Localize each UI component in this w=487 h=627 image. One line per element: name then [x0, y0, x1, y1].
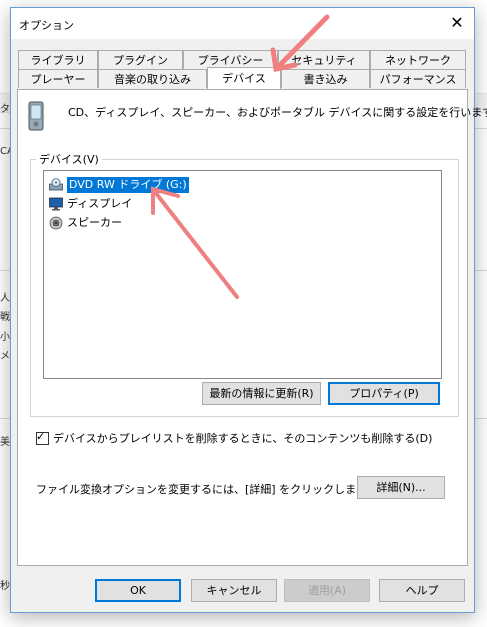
- close-button[interactable]: ✕: [440, 8, 474, 39]
- devices-group-label: デバイス(V): [36, 151, 102, 167]
- speaker-icon: [49, 216, 63, 230]
- advanced-button[interactable]: 詳細(N)...: [357, 476, 445, 499]
- list-item[interactable]: ディスプレイ: [49, 196, 132, 212]
- properties-button[interactable]: プロパティ(P): [328, 382, 440, 405]
- delete-content-checkbox[interactable]: ✓: [36, 429, 49, 445]
- tab-performance[interactable]: パフォーマンス: [370, 69, 466, 88]
- dvd-drive-icon: [49, 178, 63, 191]
- list-item-label: DVD RW ドライブ (G:): [67, 177, 189, 193]
- background-text: 秒: [0, 581, 10, 592]
- tab-security[interactable]: セキュリティ: [278, 50, 370, 69]
- background-text: 人: [0, 293, 10, 304]
- title-bar: オプション ✕: [11, 8, 474, 39]
- devices-listbox[interactable]: DVD RW ドライブ (G:) ディスプレイ スピーカー: [43, 170, 442, 379]
- tab-rip-music[interactable]: 音楽の取り込み: [98, 69, 207, 88]
- tab-network[interactable]: ネットワーク: [370, 50, 466, 69]
- close-icon: ✕: [450, 13, 464, 32]
- list-item-label: スピーカー: [67, 216, 122, 229]
- list-item-label: ディスプレイ: [67, 197, 133, 210]
- window-title: オプション: [19, 19, 74, 32]
- cancel-button[interactable]: キャンセル: [191, 579, 277, 602]
- devices-description: CD、ディスプレイ、スピーカー、およびポータブル デバイスに関する設定を行います…: [68, 106, 487, 119]
- tab-devices[interactable]: デバイス: [207, 67, 281, 89]
- background-text: タ: [0, 104, 10, 115]
- ok-button[interactable]: OK: [95, 579, 181, 602]
- background-text: 小: [0, 332, 10, 343]
- tab-player[interactable]: プレーヤー: [18, 69, 98, 88]
- tab-burn[interactable]: 書き込み: [281, 69, 370, 88]
- background-text: 美: [0, 437, 10, 448]
- help-button[interactable]: ヘルプ: [379, 579, 465, 602]
- tab-library[interactable]: ライブラリ: [18, 50, 98, 69]
- tab-plugins[interactable]: プラグイン: [98, 50, 183, 69]
- conversion-text: ファイル変換オプションを変更するには、[詳細] をクリックします。: [36, 483, 377, 496]
- refresh-button[interactable]: 最新の情報に更新(R): [202, 382, 321, 405]
- options-dialog: オプション ✕ ライブラリ プラグイン プライバシー セキュリティ ネットワーク…: [10, 7, 487, 613]
- apply-button[interactable]: 適用(A): [284, 579, 370, 602]
- delete-content-option[interactable]: ✓ デバイスからプレイリストを削除するときに、そのコンテンツも削除する(D): [36, 430, 432, 446]
- monitor-icon: [49, 197, 63, 211]
- list-item[interactable]: DVD RW ドライブ (G:): [49, 177, 189, 193]
- background-text: 戦: [0, 312, 10, 323]
- checkmark-icon: ✓: [36, 429, 46, 443]
- delete-content-label: デバイスからプレイリストを削除するときに、そのコンテンツも削除する(D): [53, 432, 433, 445]
- portable-device-icon: [28, 101, 44, 131]
- list-item[interactable]: スピーカー: [49, 215, 122, 231]
